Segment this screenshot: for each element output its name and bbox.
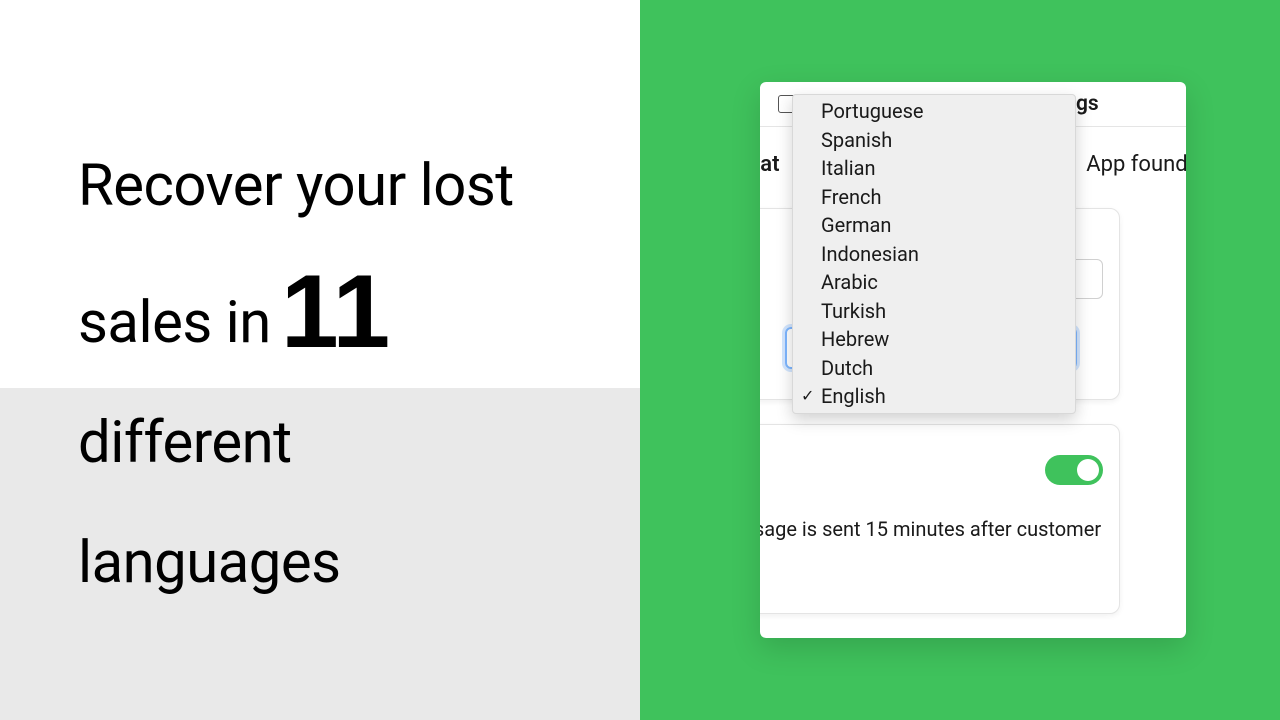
language-option[interactable]: German: [793, 211, 1075, 240]
enable-toggle[interactable]: [1045, 455, 1103, 485]
truncated-heading-right: App found,: [1086, 152, 1186, 177]
language-option[interactable]: Indonesian: [793, 240, 1075, 269]
language-option[interactable]: Arabic: [793, 268, 1075, 297]
language-option[interactable]: Dutch: [793, 354, 1075, 383]
language-option[interactable]: French: [793, 183, 1075, 212]
app-screenshot-window: Analytics Messages Logs hat App found, e…: [760, 82, 1186, 638]
timing-description: essage is sent 15 minutes after customer: [760, 517, 1101, 541]
language-option[interactable]: Portuguese: [793, 97, 1075, 126]
language-option[interactable]: Hebrew: [793, 325, 1075, 354]
language-option[interactable]: Spanish: [793, 126, 1075, 155]
truncated-heading-left: hat: [760, 152, 780, 177]
language-option[interactable]: Italian: [793, 154, 1075, 183]
settings-card-timing: essage is sent 15 minutes after customer: [760, 424, 1120, 614]
language-option[interactable]: English: [793, 382, 1075, 411]
language-dropdown[interactable]: PortugueseSpanishItalianFrenchGermanIndo…: [792, 94, 1076, 414]
marketing-headline: Recover your lost sales in11 different l…: [78, 150, 598, 648]
language-option[interactable]: Turkish: [793, 297, 1075, 326]
